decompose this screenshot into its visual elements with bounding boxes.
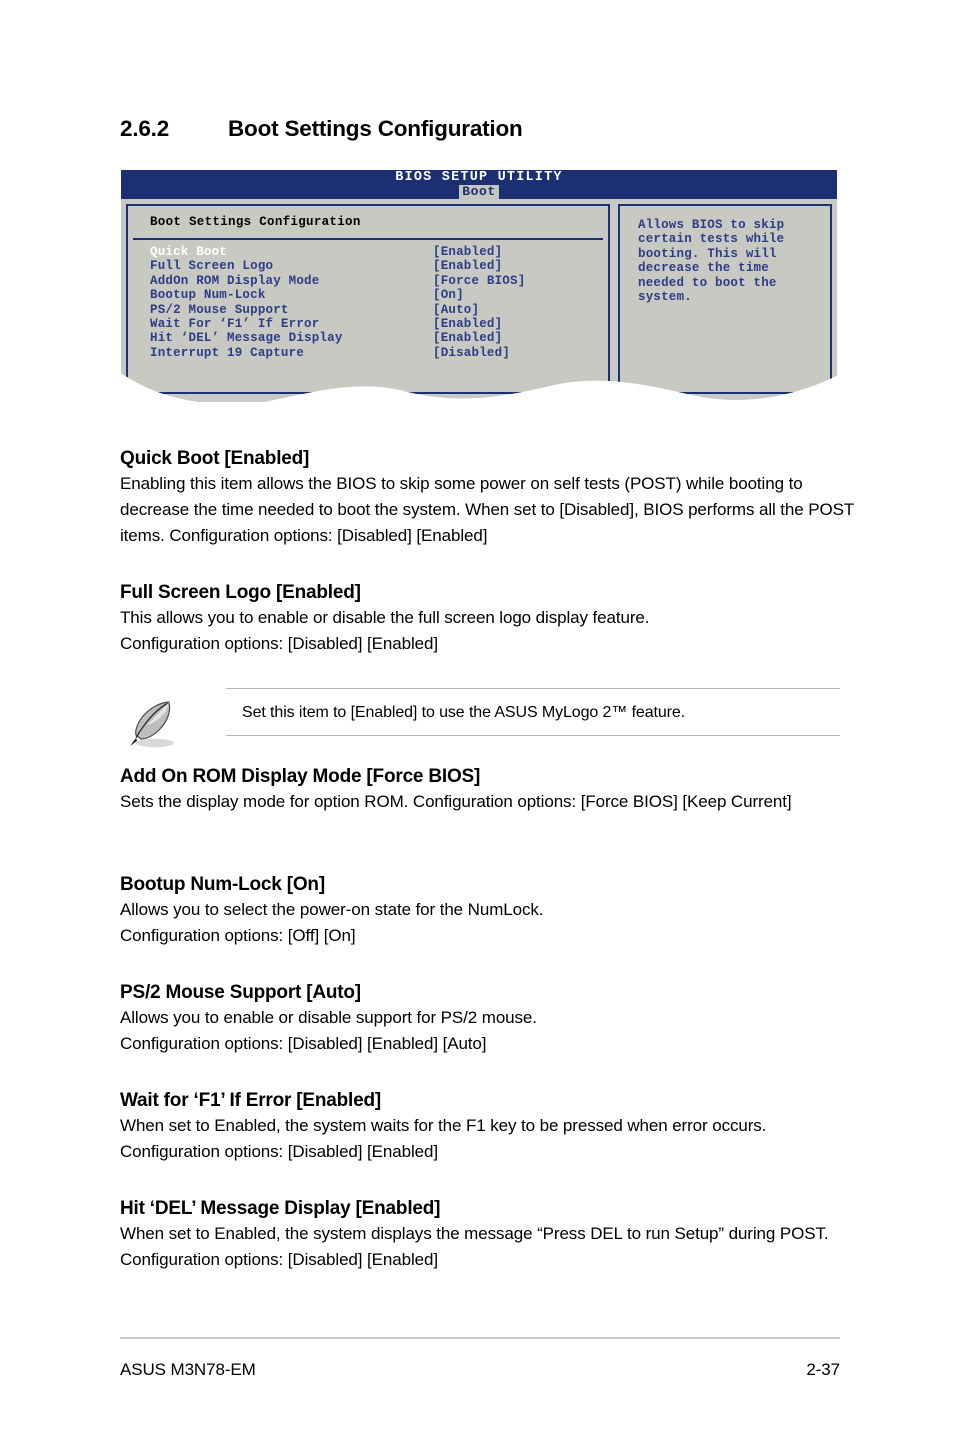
item-body: Enabling this item allows the BIOS to sk…	[120, 474, 854, 545]
footer-page-number: 2-37	[806, 1360, 840, 1379]
page: 2.6.2 Boot Settings Configuration BIOS SE…	[0, 0, 954, 1438]
bios-option-label: Wait For ‘F1’ If Error	[150, 316, 320, 331]
bios-panel-divider	[133, 238, 603, 240]
bios-option-row[interactable]: Full Screen Logo [Enabled]	[128, 259, 612, 273]
item-title: Hit ‘DEL’ Message Display [Enabled]	[120, 1198, 441, 1219]
item-body: Allows you to enable or disable support …	[120, 1008, 537, 1053]
bios-option-row[interactable]: Wait For ‘F1’ If Error [Enabled]	[128, 317, 612, 331]
item-block-addon-rom: Add On ROM Display Mode [Force BIOS] Set…	[120, 765, 860, 815]
bios-body: Boot Settings Configuration Quick Boot [E…	[121, 199, 837, 402]
bios-option-value[interactable]: [Force BIOS]	[433, 274, 525, 288]
bios-option-value[interactable]: [On]	[433, 288, 464, 302]
bios-body-wrapper: Boot Settings Configuration Quick Boot [E…	[121, 199, 837, 402]
bios-title-bar: BIOS SETUP UTILITY Boot	[121, 170, 837, 199]
item-title: Full Screen Logo [Enabled]	[120, 582, 361, 603]
bios-body-clip: Boot Settings Configuration Quick Boot [E…	[121, 199, 837, 402]
bios-setup-screenshot: BIOS SETUP UTILITY Boot Boot Settings Co…	[121, 170, 837, 402]
bios-option-value[interactable]: [Enabled]	[433, 259, 502, 273]
bios-option-label: Quick Boot	[150, 245, 228, 259]
bios-option-list: Quick Boot [Enabled] Full Screen Logo [Enab…	[128, 245, 612, 360]
item-block-ps2-mouse: PS/2 Mouse Support [Auto] Allows you to …	[120, 981, 860, 1057]
item-block-quick-boot: Quick Boot [Enabled] Enabling this item …	[120, 447, 860, 549]
note-text: Set this item to [Enabled] to use the AS…	[242, 704, 686, 721]
item-block-wait-f1: Wait for ‘F1’ If Error [Enabled] When se…	[120, 1089, 860, 1165]
bios-option-label: PS/2 Mouse Support	[150, 302, 289, 317]
item-title: Bootup Num-Lock [On]	[120, 874, 325, 895]
item-body: Sets the display mode for option ROM. Co…	[120, 792, 792, 811]
bios-option-row[interactable]: Hit ‘DEL’ Message Display [Enabled]	[128, 331, 612, 345]
section-title: Boot Settings Configuration	[228, 116, 523, 141]
quill-pen-icon	[125, 698, 185, 750]
item-block-hit-del: Hit ‘DEL’ Message Display [Enabled] When…	[120, 1197, 860, 1273]
tab-boot[interactable]: Boot	[459, 185, 499, 199]
bios-help-panel: Allows BIOS to skip certain tests while …	[618, 204, 832, 394]
bios-settings-panel: Boot Settings Configuration Quick Boot [E…	[126, 204, 610, 394]
bios-option-value[interactable]: [Enabled]	[433, 317, 502, 331]
bios-option-row[interactable]: Interrupt 19 Capture [Disabled]	[128, 346, 612, 360]
bios-panel-heading: Boot Settings Configuration	[150, 215, 361, 229]
section-number: 2.6.2	[120, 116, 170, 141]
item-title: Add On ROM Display Mode [Force BIOS]	[120, 766, 481, 787]
bios-window-title: BIOS SETUP UTILITY	[395, 170, 563, 185]
item-title: Quick Boot [Enabled]	[120, 448, 310, 469]
item-body: This allows you to enable or disable the…	[120, 608, 650, 653]
bios-tab-bar: Boot	[121, 184, 837, 199]
bios-option-value[interactable]: [Disabled]	[433, 346, 510, 360]
bios-option-label: Bootup Num-Lock	[150, 288, 266, 303]
bios-option-row[interactable]: Quick Boot [Enabled]	[128, 245, 612, 259]
item-block-full-screen-logo: Full Screen Logo [Enabled] This allows y…	[120, 581, 860, 657]
section-heading: 2.6.2 Boot Settings Configuration	[120, 116, 860, 142]
footer-divider	[120, 1337, 840, 1339]
item-body: Allows you to select the power-on state …	[120, 900, 544, 945]
item-title: Wait for ‘F1’ If Error [Enabled]	[120, 1090, 382, 1111]
bios-option-row[interactable]: PS/2 Mouse Support [Auto]	[128, 303, 612, 317]
bios-option-label: AddOn ROM Display Mode	[150, 273, 320, 288]
item-title: PS/2 Mouse Support [Auto]	[120, 982, 361, 1003]
bios-option-value[interactable]: [Enabled]	[433, 245, 502, 259]
note-box: Set this item to [Enabled] to use the AS…	[226, 688, 840, 736]
bios-option-value[interactable]: [Auto]	[433, 303, 479, 317]
bios-option-row[interactable]: Bootup Num-Lock [On]	[128, 288, 612, 302]
bios-help-text: Allows BIOS to skip certain tests while …	[638, 218, 785, 305]
bios-option-label: Interrupt 19 Capture	[150, 345, 305, 360]
bios-option-value[interactable]: [Enabled]	[433, 331, 502, 345]
bios-option-label: Full Screen Logo	[150, 259, 274, 274]
bios-option-label: Hit ‘DEL’ Message Display	[150, 331, 343, 346]
item-block-bootup-numlock: Bootup Num-Lock [On] Allows you to selec…	[120, 873, 860, 949]
item-body: When set to Enabled, the system displays…	[120, 1224, 829, 1269]
item-body: When set to Enabled, the system waits fo…	[120, 1116, 767, 1161]
bios-option-row[interactable]: AddOn ROM Display Mode [Force BIOS]	[128, 274, 612, 288]
